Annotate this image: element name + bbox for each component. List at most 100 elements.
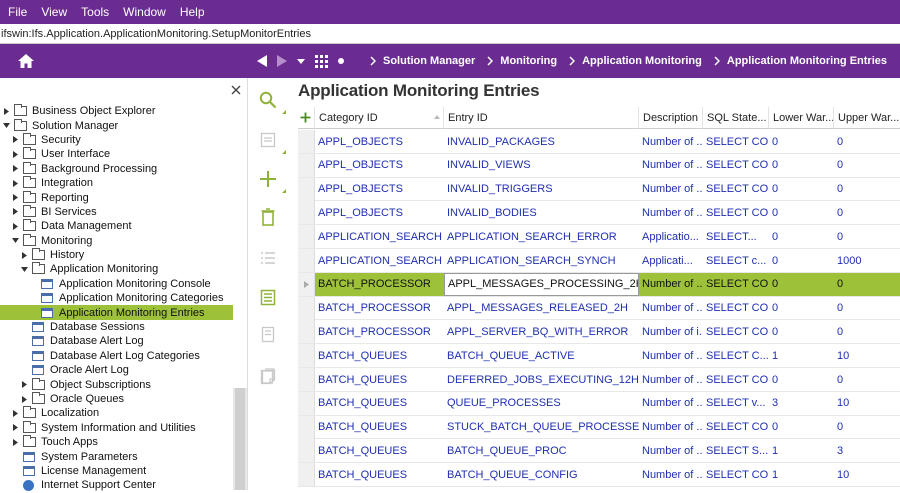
cell-upper-warning[interactable]: 0 bbox=[834, 368, 900, 391]
cell-upper-warning[interactable]: 0 bbox=[834, 297, 900, 320]
cell-category-id[interactable]: BATCH_PROCESSOR bbox=[315, 297, 444, 320]
chevron-right-icon[interactable] bbox=[11, 149, 19, 159]
cell-sql-statement[interactable]: SELECT CO... bbox=[703, 154, 769, 177]
cell-entry-id[interactable]: INVALID_TRIGGERS bbox=[444, 178, 639, 201]
tree-item[interactable]: Application Monitoring Entries bbox=[0, 305, 233, 320]
cell-sql-statement[interactable]: SELECT CO... bbox=[703, 368, 769, 391]
cell-description[interactable]: Applicati... bbox=[639, 249, 703, 272]
tree-item[interactable]: License Management bbox=[0, 464, 233, 478]
cell-category-id[interactable]: BATCH_QUEUES bbox=[315, 368, 444, 391]
table-row[interactable]: BATCH_QUEUES BATCH_QUEUE_ACTIVE Number of … bbox=[298, 344, 900, 368]
cell-sql-statement[interactable]: SELECT CO... bbox=[703, 416, 769, 439]
tree-item[interactable]: History bbox=[0, 248, 233, 262]
table-row[interactable]: BATCH_QUEUES QUEUE_PROCESSES Number of ...… bbox=[298, 391, 900, 416]
breadcrumb-item[interactable]: Application Monitoring bbox=[569, 55, 702, 67]
menu-view[interactable]: View bbox=[41, 5, 67, 19]
tree-item[interactable]: Localization bbox=[0, 406, 233, 420]
chevron-right-icon[interactable] bbox=[20, 394, 28, 404]
apps-button[interactable] bbox=[315, 54, 328, 68]
cell-category-id[interactable]: BATCH_PROCESSOR bbox=[315, 273, 444, 296]
table-row[interactable]: APPL_OBJECTS INVALID_VIEWS Number of ... SE… bbox=[298, 153, 900, 178]
cell-sql-statement[interactable]: SELECT CO... bbox=[703, 201, 769, 224]
cell-description[interactable]: Number of ... bbox=[639, 178, 703, 201]
back-button[interactable] bbox=[257, 55, 267, 67]
cell-entry-id[interactable]: BATCH_QUEUE_PROC bbox=[444, 439, 639, 462]
cell-description[interactable]: Number of ... bbox=[639, 273, 703, 296]
column-header-sql-statement[interactable]: SQL State... bbox=[703, 107, 769, 129]
table-row[interactable]: APPLICATION_SEARCH APPLICATION_SEARCH_ERR… bbox=[298, 225, 900, 249]
form-view-button[interactable] bbox=[258, 130, 278, 150]
chevron-down-icon[interactable] bbox=[2, 121, 10, 131]
cell-category-id[interactable]: APPLICATION_SEARCH bbox=[315, 225, 444, 248]
cell-entry-id[interactable]: APPL_MESSAGES_RELEASED_2H bbox=[444, 297, 639, 320]
cell-upper-warning[interactable]: 10 bbox=[834, 344, 900, 367]
cell-lower-warning[interactable]: 3 bbox=[769, 392, 834, 415]
cell-description[interactable]: Number of i... bbox=[639, 320, 703, 343]
cell-lower-warning[interactable]: 0 bbox=[769, 297, 834, 320]
cell-description[interactable]: Number of ... bbox=[639, 154, 703, 177]
table-row[interactable]: APPLICATION_SEARCH APPLICATION_SEARCH_SYN… bbox=[298, 249, 900, 273]
cell-upper-warning[interactable]: 0 bbox=[834, 178, 900, 201]
cell-upper-warning[interactable]: 0 bbox=[834, 416, 900, 439]
cell-entry-id[interactable]: STUCK_BATCH_QUEUE_PROCESSES bbox=[444, 416, 639, 439]
cell-lower-warning[interactable]: 0 bbox=[769, 154, 834, 177]
cell-category-id[interactable]: BATCH_PROCESSOR bbox=[315, 320, 444, 343]
cell-entry-id[interactable]: QUEUE_PROCESSES bbox=[444, 392, 639, 415]
cell-entry-id[interactable]: APPL_SERVER_BQ_WITH_ERROR bbox=[444, 320, 639, 343]
column-header-category-id[interactable]: Category ID bbox=[315, 107, 444, 129]
tree-item[interactable]: Solution Manager bbox=[0, 118, 233, 132]
cell-description[interactable]: Number of ... bbox=[639, 439, 703, 462]
search-button[interactable] bbox=[258, 90, 278, 110]
table-row[interactable]: APPL_OBJECTS INVALID_BODIES Number of ... S… bbox=[298, 201, 900, 226]
cell-entry-id[interactable]: APPL_MESSAGES_PROCESSING_2H bbox=[444, 272, 639, 296]
cell-sql-statement[interactable]: SELECT CO... bbox=[703, 273, 769, 296]
row-selector[interactable] bbox=[298, 368, 315, 391]
chevron-right-icon[interactable] bbox=[20, 380, 28, 390]
cell-upper-warning[interactable]: 0 bbox=[834, 130, 900, 153]
tree-item[interactable]: Internet Support Center bbox=[0, 478, 233, 492]
row-selector[interactable] bbox=[298, 225, 315, 249]
chevron-right-icon[interactable] bbox=[11, 207, 19, 217]
cell-category-id[interactable]: APPL_OBJECTS bbox=[315, 178, 444, 201]
row-selector[interactable] bbox=[298, 130, 315, 153]
tree-item[interactable]: Integration bbox=[0, 176, 233, 190]
chevron-right-icon[interactable] bbox=[2, 106, 10, 116]
cell-description[interactable]: Number of ... bbox=[639, 368, 703, 391]
cell-category-id[interactable]: APPL_OBJECTS bbox=[315, 130, 444, 153]
row-selector[interactable] bbox=[298, 177, 315, 201]
breadcrumb-item[interactable]: Solution Manager bbox=[370, 55, 475, 67]
tree-item[interactable]: Application Monitoring Console bbox=[0, 277, 233, 291]
cell-entry-id[interactable]: BATCH_QUEUE_ACTIVE bbox=[444, 344, 639, 367]
chevron-right-icon[interactable] bbox=[11, 135, 19, 145]
cell-sql-statement[interactable]: SELECT CO... bbox=[703, 130, 769, 153]
cell-entry-id[interactable]: APPLICATION_SEARCH_SYNCH bbox=[444, 249, 639, 272]
list-button[interactable] bbox=[258, 248, 278, 268]
chevron-right-icon[interactable] bbox=[11, 193, 19, 203]
cell-description[interactable]: Number of ... bbox=[639, 463, 703, 486]
row-selector[interactable] bbox=[298, 249, 315, 272]
scrollbar-thumb[interactable] bbox=[235, 388, 245, 490]
cell-lower-warning[interactable]: 0 bbox=[769, 320, 834, 343]
tree-item[interactable]: Business Object Explorer bbox=[0, 104, 233, 118]
cell-upper-warning[interactable]: 3 bbox=[834, 439, 900, 462]
chevron-right-icon[interactable] bbox=[11, 437, 19, 447]
tree-item[interactable]: Database Alert Log Categories bbox=[0, 349, 233, 363]
row-selector[interactable] bbox=[298, 439, 315, 463]
row-selector[interactable] bbox=[298, 415, 315, 439]
cell-description[interactable]: Applicatio... bbox=[639, 225, 703, 248]
cell-description[interactable]: Number of ... bbox=[639, 201, 703, 224]
row-selector[interactable] bbox=[298, 344, 315, 368]
table-row[interactable]: BATCH_QUEUES BATCH_QUEUE_CONFIG Number of … bbox=[298, 463, 900, 487]
cell-sql-statement[interactable]: SELECT CO... bbox=[703, 178, 769, 201]
home-button[interactable] bbox=[0, 44, 52, 78]
column-header-entry-id[interactable]: Entry ID bbox=[444, 107, 639, 129]
table-row[interactable]: BATCH_PROCESSOR APPL_MESSAGES_PROCESSING_… bbox=[298, 272, 900, 297]
table-row[interactable]: BATCH_QUEUES BATCH_QUEUE_PROC Number of ..… bbox=[298, 439, 900, 464]
cell-sql-statement[interactable]: SELECT S... bbox=[703, 439, 769, 462]
attachments-button[interactable] bbox=[258, 324, 278, 344]
tree-item[interactable]: Oracle Queues bbox=[0, 392, 233, 406]
cell-category-id[interactable]: BATCH_QUEUES bbox=[315, 463, 444, 486]
cell-entry-id[interactable]: INVALID_PACKAGES bbox=[444, 130, 639, 153]
cell-category-id[interactable]: BATCH_QUEUES bbox=[315, 344, 444, 367]
chevron-right-icon[interactable] bbox=[11, 178, 19, 188]
